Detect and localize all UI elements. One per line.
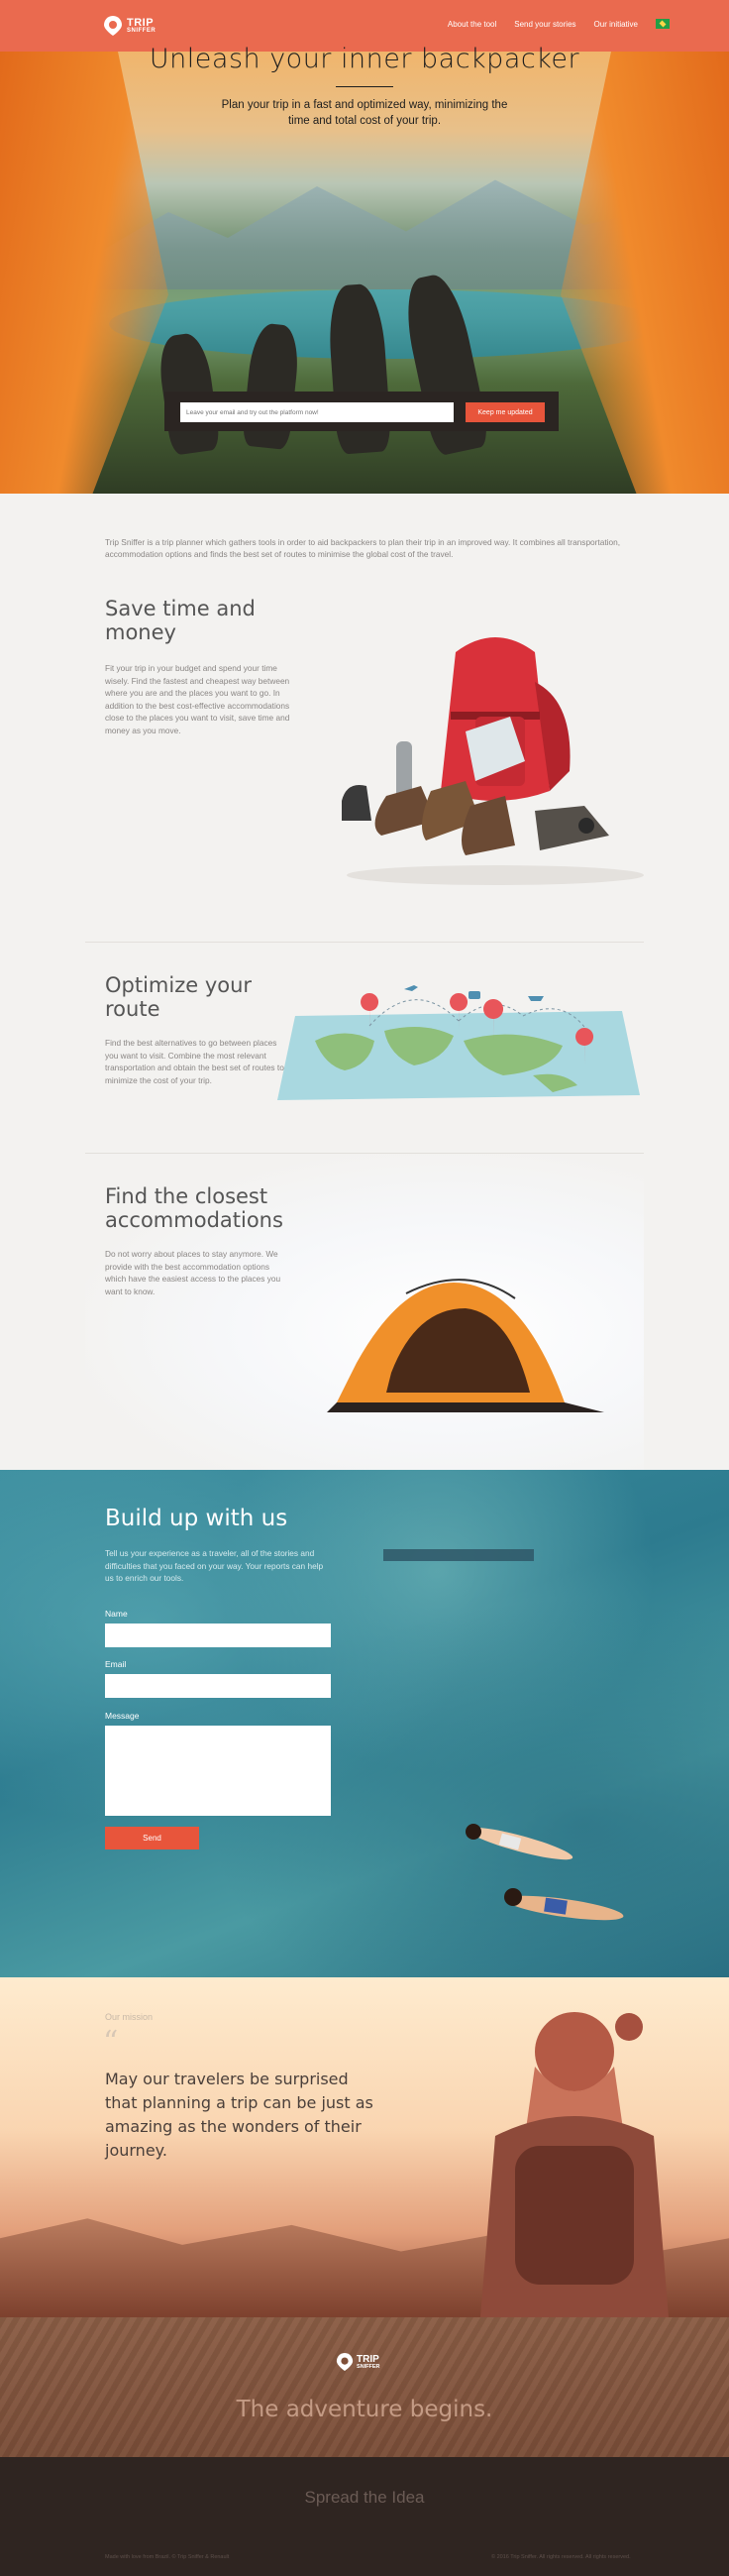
logo-text-sniffer: SNIFFER [127, 27, 156, 34]
nav-send-stories[interactable]: Send your stories [514, 20, 575, 29]
bus-icon [469, 991, 480, 999]
main-nav: About the tool Send your stories Our ini… [448, 19, 670, 29]
boat-icon [528, 996, 544, 1001]
feature-text-save: Fit your trip in your budget and spend y… [105, 663, 290, 735]
mission-quote: May our travelers be surprised that plan… [105, 2070, 373, 2160]
section-divider [85, 942, 644, 943]
build-title: Build up with us [105, 1506, 288, 1531]
map-pin-icon [104, 16, 122, 36]
footer-copy-left: Made with love from Brazil. © Trip Sniff… [105, 2554, 230, 2560]
send-button[interactable]: Send [105, 1827, 199, 1849]
build-text: Tell us your experience as a traveler, a… [105, 1548, 324, 1583]
tent-flap-left [0, 52, 168, 494]
email-label: Email [105, 1659, 127, 1669]
world-map-illustration [277, 985, 640, 1100]
section-divider [85, 1153, 644, 1154]
mission-label: Our mission [105, 2012, 154, 2022]
footer-copy-right: © 2016 Trip Sniffer. All rights reserved… [491, 2554, 631, 2560]
logo[interactable]: TRIP SNIFFER [103, 12, 162, 40]
airplane-icon [404, 985, 418, 991]
message-label: Message [105, 1711, 140, 1721]
footer-banner [0, 2317, 729, 2457]
decorative-bar [383, 1549, 534, 1561]
logo-text-trip: TRIP [127, 16, 155, 29]
brazil-flag-icon[interactable] [656, 19, 670, 29]
footer-tagline: The adventure begins. [236, 2397, 493, 2422]
nav-our-initiative[interactable]: Our initiative [594, 20, 638, 29]
spread-the-idea-heading: Spread the Idea [304, 2488, 425, 2507]
feature-text-accommodations: Do not worry about places to stay anymor… [105, 1249, 281, 1296]
hero-subtitle: Plan your trip in a fast and optimized w… [221, 99, 508, 127]
email-field[interactable] [105, 1674, 331, 1698]
feature-title-accommodations: Find the closest accommodations [105, 1184, 283, 1232]
tent-flap-right [561, 52, 729, 494]
swimmers-illustration [466, 1824, 624, 1921]
feature-title-route: Optimize your route [105, 973, 253, 1021]
backpack-illustration [342, 637, 644, 885]
feature-text-route: Find the best alternatives to go between… [105, 1038, 284, 1085]
hero-divider [336, 86, 393, 87]
intro-text: Trip Sniffer is a trip planner which gat… [105, 537, 621, 559]
feature-title-save: Save time and money [105, 597, 256, 644]
keep-me-updated-button[interactable]: Keep me updated [466, 402, 545, 422]
map-pin-icon [336, 2353, 354, 2371]
footer-logo[interactable]: TRIP SNIFFER [336, 2347, 395, 2377]
message-field[interactable] [105, 1726, 331, 1816]
nav-about-tool[interactable]: About the tool [448, 20, 496, 29]
name-label: Name [105, 1609, 128, 1619]
tent-illustration [327, 1279, 604, 1412]
quote-icon: “ [103, 2025, 119, 2060]
backpacker-girl-illustration [480, 2012, 669, 2317]
signup-bar: Keep me updated [164, 392, 559, 431]
name-field[interactable] [105, 1624, 331, 1647]
footer-logo-sniffer: SNIFFER [357, 2363, 380, 2370]
footer-logo-trip: TRIP [357, 2353, 379, 2365]
hero-title: Unleash your inner backpacker [149, 44, 580, 74]
signup-email-input[interactable] [180, 402, 454, 422]
